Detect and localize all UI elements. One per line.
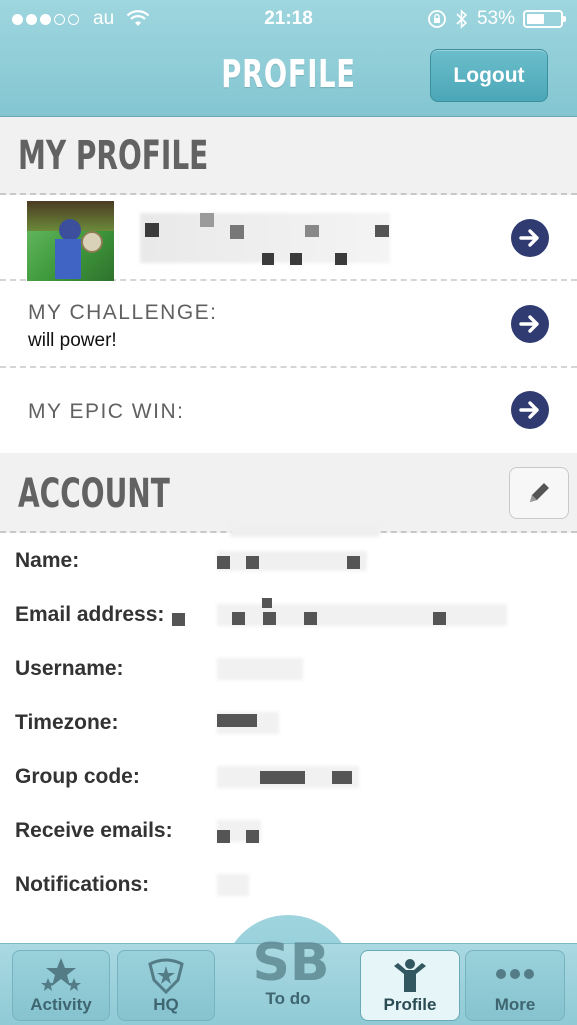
account-title: ACCOUNT	[18, 471, 170, 517]
tab-activity[interactable]: Activity	[12, 950, 110, 1021]
logout-button[interactable]: Logout	[430, 49, 548, 102]
tab-label: HQ	[153, 995, 179, 1014]
tab-label: More	[494, 995, 536, 1014]
orientation-lock-icon	[428, 10, 446, 28]
profile-row[interactable]	[0, 195, 577, 288]
my-profile-title: MY PROFILE	[18, 133, 209, 179]
account-field-label: Receive emails:	[15, 819, 173, 842]
battery-percent: 53%	[476, 8, 515, 29]
challenge-value: will power!	[28, 330, 117, 351]
more-dots-icon	[496, 969, 534, 979]
my-profile-header: MY PROFILE	[0, 117, 577, 195]
person-icon	[394, 959, 426, 992]
challenge-row[interactable]: MY CHALLENGE: will power!	[0, 281, 577, 368]
arrow-right-icon	[519, 401, 539, 419]
arrow-right-icon	[519, 229, 539, 247]
tab-hq[interactable]: HQ	[117, 950, 215, 1021]
account-field-label: Name:	[15, 549, 80, 572]
tab-more[interactable]: More	[465, 950, 565, 1021]
status-bar: au 21:18 53%	[0, 0, 577, 38]
account-field-label: Notifications:	[15, 873, 150, 896]
avatar	[27, 201, 114, 288]
edit-account-button[interactable]	[509, 467, 569, 519]
arrow-right-icon	[519, 315, 539, 333]
tab-label: Activity	[30, 995, 92, 1014]
hq-badge-icon	[148, 958, 184, 995]
account-field-label: Group code:	[15, 765, 140, 788]
pencil-icon	[530, 483, 549, 502]
top-bar: au 21:18 53% PROFILE Logout	[0, 0, 577, 117]
tab-label: Profile	[383, 995, 437, 1014]
account-field-label: Email address:	[15, 603, 165, 626]
account-field-label: Timezone:	[15, 711, 119, 734]
account-field-label: Username:	[15, 657, 124, 680]
battery-icon	[523, 10, 566, 28]
epic-win-label: MY EPIC WIN:	[28, 400, 185, 423]
profile-arrow-button[interactable]	[511, 219, 549, 257]
epic-win-arrow-button[interactable]	[511, 391, 549, 429]
svg-text:SB: SB	[252, 933, 329, 988]
tab-profile[interactable]: Profile	[360, 950, 460, 1021]
stars-icon	[41, 958, 81, 991]
sb-logo-icon: SB	[252, 933, 329, 988]
challenge-label: MY CHALLENGE:	[28, 301, 218, 324]
challenge-arrow-button[interactable]	[511, 305, 549, 343]
bluetooth-icon	[456, 9, 468, 29]
tab-label: To do	[265, 989, 311, 1008]
account-header: ACCOUNT	[0, 453, 577, 533]
epic-win-row[interactable]: MY EPIC WIN:	[0, 368, 577, 453]
